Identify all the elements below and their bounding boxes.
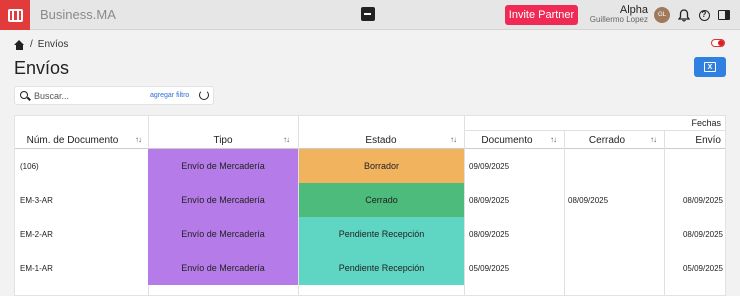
status-badge: Pendiente Recepción [299,251,464,285]
status-badge: Pendiente Recepción [299,217,464,251]
group-header-fechas: Fechas [691,118,721,128]
toggle-switch[interactable] [711,39,725,47]
cell-tipo: Envío de Mercadería [148,251,298,285]
status-badge: Cerrado [299,183,464,217]
help-icon[interactable]: ? [697,8,711,22]
column-header-documento[interactable]: Documento [464,135,550,146]
briefcase-icon[interactable] [0,0,30,30]
cell-num-doc: EM-1-AR [20,264,53,273]
cell-tipo: Envío de Mercadería [148,217,298,251]
column-header-estado[interactable]: Estado [298,135,464,146]
sort-icon[interactable]: ↑↓ [450,135,457,144]
sort-icon[interactable]: ↑↓ [550,135,557,144]
add-filter-link[interactable]: agregar filtro [150,92,189,99]
search-icon [20,91,28,99]
home-icon[interactable] [14,39,25,50]
cell-num-doc: (106) [20,162,39,171]
cell-fecha-documento: 08/09/2025 [469,230,510,239]
cell-fecha-documento: 08/09/2025 [469,196,510,205]
cell-tipo: Envío de Mercadería [148,149,298,183]
column-header-tipo[interactable]: Tipo [148,135,298,146]
cell-num-doc: EM-2-AR [20,230,53,239]
invite-partner-button[interactable]: Invite Partner [505,5,578,25]
avatar[interactable]: GL [654,7,670,23]
excel-icon: X [704,62,716,72]
cell-fecha-envio: 08/09/2025 [682,196,723,205]
breadcrumb-separator: / [30,39,33,50]
cell-fecha-envio: 05/09/2025 [682,264,723,273]
column-header-envio[interactable]: Envío [664,135,725,146]
brand-name[interactable]: Business.MA [40,7,116,22]
top-bar: Business.MA Invite Partner Alpha Guiller… [0,0,740,30]
shipments-table: Fechas Núm. de Documento ↑↓ Tipo ↑↓ Esta… [14,115,726,296]
cell-fecha-cerrado: 08/09/2025 [568,196,609,205]
cell-tipo: Envío de Mercadería [148,183,298,217]
app-logo-icon[interactable] [361,7,375,21]
panel-icon[interactable] [717,8,731,22]
breadcrumb: / Envíos [14,39,68,50]
cell-fecha-envio: 08/09/2025 [682,230,723,239]
cell-fecha-documento: 09/09/2025 [469,162,510,171]
sort-icon[interactable]: ↑↓ [135,135,142,144]
status-badge: Borrador [299,149,464,183]
breadcrumb-current: Envíos [37,39,69,50]
sort-icon[interactable]: ↑↓ [283,135,290,144]
refresh-icon[interactable] [199,90,209,100]
user-company[interactable]: Guillermo Lopez [590,15,648,24]
search-input[interactable] [34,89,146,103]
cell-fecha-documento: 05/09/2025 [469,264,510,273]
cell-num-doc: EM-3-AR [20,196,53,205]
search-box: agregar filtro [14,86,214,105]
column-header-cerrado[interactable]: Cerrado [564,135,650,146]
group-header-divider [464,130,725,131]
page-title: Envíos [14,58,70,78]
export-excel-button[interactable]: X [694,57,726,77]
bell-icon[interactable] [677,8,691,22]
column-header-num-doc[interactable]: Núm. de Documento [15,135,130,146]
sort-icon[interactable]: ↑↓ [650,135,657,144]
